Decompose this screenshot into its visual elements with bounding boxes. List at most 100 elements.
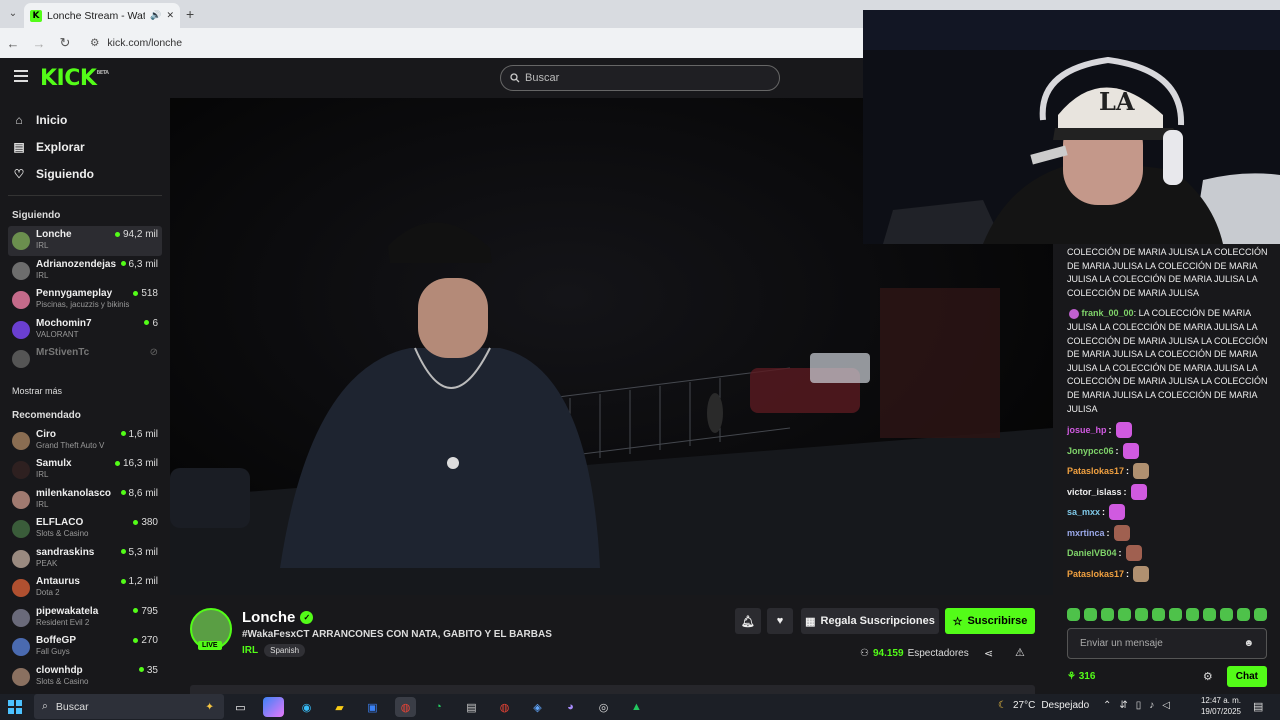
- sidebar-channel[interactable]: Pennygameplay Piscinas, jacuzzis y bikini…: [8, 285, 162, 315]
- sidebar-channel[interactable]: pipewakatela Resident Evil 2 795: [8, 603, 162, 633]
- emoji-picker-icon[interactable]: ☻: [1243, 638, 1254, 649]
- sidebar-channel[interactable]: Lonche IRL 94,2 mil: [8, 226, 162, 256]
- sidebar-channel[interactable]: clownhdp Slots & Casino 35: [8, 662, 162, 692]
- sidebar-channel[interactable]: Adrianozendejas IRL 6,3 mil: [8, 256, 162, 286]
- following-heading: Siguiendo: [12, 210, 61, 221]
- close-tab-icon[interactable]: ✕: [166, 10, 174, 21]
- chat-username[interactable]: DanielVB04: [1067, 548, 1117, 558]
- chat-username[interactable]: Pataslokas17: [1067, 569, 1124, 579]
- sidebar-channel[interactable]: Ciro Grand Theft Auto V 1,6 mil: [8, 426, 162, 456]
- store-icon[interactable]: ▤: [461, 697, 482, 717]
- weather-widget[interactable]: ☾ 27°C Despejado: [998, 700, 1089, 711]
- chat-username[interactable]: Jonypcc06: [1067, 446, 1114, 456]
- chat-emote-icon: [1133, 565, 1150, 582]
- emote-icon[interactable]: [1254, 608, 1267, 621]
- chat-input[interactable]: Enviar un mensaje ☻: [1067, 628, 1267, 659]
- channel-points[interactable]: ⚘ 316: [1067, 671, 1203, 682]
- chat-username[interactable]: sa_mxx: [1067, 507, 1100, 517]
- mic-icon[interactable]: ♪: [1149, 700, 1154, 711]
- svg-text:LA: LA: [1099, 87, 1135, 116]
- reload-icon[interactable]: ↻: [52, 35, 78, 51]
- chat-username[interactable]: frank_00_00: [1082, 308, 1134, 318]
- nav-explorar[interactable]: ▤ Explorar: [0, 133, 170, 160]
- sidebar-channel[interactable]: milenkanolasco IRL 8,6 mil: [8, 485, 162, 515]
- nav-inicio[interactable]: ⌂ Inicio: [0, 106, 170, 133]
- chat-send-button[interactable]: Chat: [1226, 665, 1267, 687]
- emote-icon[interactable]: [1152, 608, 1165, 621]
- app-icon[interactable]: ◈: [527, 697, 548, 717]
- emote-icon[interactable]: [1084, 608, 1097, 621]
- emote-icon[interactable]: [1101, 608, 1114, 621]
- sidebar-channel[interactable]: MrStivenTc ⊘: [8, 344, 162, 374]
- file-explorer-icon[interactable]: ▰: [329, 697, 350, 717]
- chevron-up-icon[interactable]: ⌃: [1103, 700, 1111, 711]
- browser-tab[interactable]: K Lonche Stream - Watch Live 🔊 ✕: [24, 3, 180, 28]
- kick-logo[interactable]: KICKBETA: [40, 66, 109, 91]
- share-icon[interactable]: ⋖: [984, 647, 993, 660]
- chat-username[interactable]: mxrtinca: [1067, 528, 1105, 538]
- subscribe-button[interactable]: ☆ Suscribirse: [945, 608, 1035, 634]
- forward-icon[interactable]: →: [26, 36, 52, 51]
- webcam-image: LA: [863, 10, 1280, 244]
- emote-icon[interactable]: [1186, 608, 1199, 621]
- chrome-icon[interactable]: ◍: [494, 697, 515, 717]
- sidebar-channel[interactable]: Samulx IRL 16,3 mil: [8, 455, 162, 485]
- url-text[interactable]: kick.com/lonche: [107, 37, 182, 49]
- new-tab-icon[interactable]: +: [186, 6, 194, 22]
- chat-settings-icon[interactable]: ⚙: [1203, 670, 1213, 683]
- emote-icon[interactable]: [1237, 608, 1250, 621]
- channel-avatar: [12, 579, 30, 597]
- sidebar-channel[interactable]: Mochomin7 VALORANT 6: [8, 315, 162, 345]
- follow-button[interactable]: ♥: [767, 608, 793, 634]
- stream-category[interactable]: IRL: [242, 645, 258, 656]
- whatsapp-icon[interactable]: ◔: [428, 697, 449, 717]
- chat-username[interactable]: victor_islass: [1067, 487, 1122, 497]
- emote-icon[interactable]: [1135, 608, 1148, 621]
- show-more-link[interactable]: Mostrar más: [0, 380, 170, 402]
- channel-avatar: [12, 232, 30, 250]
- streamer-name[interactable]: Lonche: [242, 609, 295, 626]
- channel-avatar: [12, 608, 30, 627]
- speaker-icon[interactable]: 🔊: [150, 10, 161, 21]
- usb-icon[interactable]: ⇵: [1119, 700, 1127, 711]
- report-icon[interactable]: ⚠: [1015, 646, 1025, 659]
- discord-icon[interactable]: ◕: [560, 697, 581, 717]
- notifications-icon[interactable]: ▤: [1253, 700, 1263, 713]
- sidebar-channel[interactable]: ELFLACO Slots & Casino 380: [8, 514, 162, 544]
- tab-search-icon[interactable]: ⌄: [5, 6, 21, 22]
- menu-icon[interactable]: [14, 70, 28, 84]
- volume-icon[interactable]: ◁: [1162, 700, 1170, 711]
- sidebar-channel[interactable]: BoffeGP Fall Guys 270: [8, 632, 162, 662]
- channel-viewers: 35: [138, 665, 158, 676]
- chat-username[interactable]: josue_hp: [1067, 425, 1107, 435]
- taskbar-search[interactable]: ⌕ Buscar ✦: [34, 694, 224, 719]
- emote-icon[interactable]: [1067, 608, 1080, 621]
- app-icon-3[interactable]: ▲: [626, 697, 647, 717]
- search-icon: [510, 73, 520, 83]
- weather-text: Despejado: [1041, 700, 1090, 711]
- emote-icon[interactable]: [1220, 608, 1233, 621]
- nav-siguiendo[interactable]: ♡ Siguiendo: [0, 160, 170, 187]
- stream-tag[interactable]: Spanish: [264, 644, 306, 657]
- notification-bell-button[interactable]: 🔔︎: [735, 608, 761, 634]
- back-icon[interactable]: ←: [0, 36, 26, 51]
- gift-subs-button[interactable]: ▦ Regala Suscripciones: [801, 608, 939, 634]
- site-settings-icon[interactable]: ⚙: [90, 37, 99, 49]
- task-view-icon[interactable]: ▭: [230, 697, 251, 717]
- edge-icon[interactable]: ◉: [296, 697, 317, 717]
- windows-start-icon[interactable]: [8, 700, 22, 714]
- clock[interactable]: 12:47 a. m. 19/07/2025: [1196, 695, 1241, 717]
- sidebar-channel[interactable]: Antaurus Dota 2 1,2 mil: [8, 573, 162, 603]
- emote-icon[interactable]: [1118, 608, 1131, 621]
- emote-icon[interactable]: [1203, 608, 1216, 621]
- battery-icon[interactable]: ▯: [1136, 700, 1142, 711]
- emote-icon[interactable]: [1169, 608, 1182, 621]
- app-icon-2[interactable]: ◎: [593, 697, 614, 717]
- chrome-active-icon[interactable]: ◍: [395, 697, 416, 717]
- chat-username[interactable]: Pataslokas17: [1067, 466, 1124, 476]
- live-dot-icon: [120, 261, 126, 267]
- outlook-icon[interactable]: ▣: [362, 697, 383, 717]
- sidebar-channel[interactable]: sandraskins PEAK 5,3 mil: [8, 544, 162, 574]
- copilot-icon[interactable]: [263, 697, 284, 717]
- search-input[interactable]: Buscar: [500, 65, 780, 91]
